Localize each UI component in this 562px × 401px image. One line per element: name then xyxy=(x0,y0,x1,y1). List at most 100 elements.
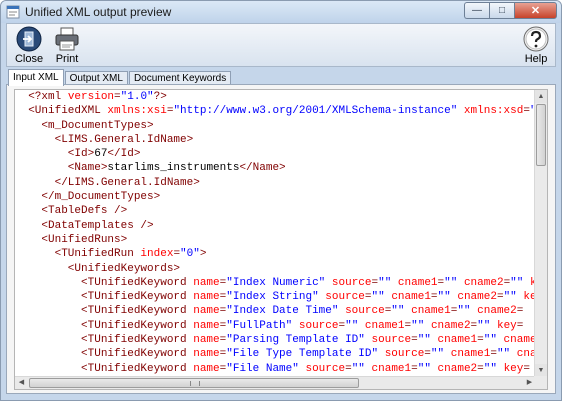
xml-token: <?xml xyxy=(28,91,68,103)
print-button-label: Print xyxy=(55,53,79,65)
xml-token: <LIMS.General.IdName> xyxy=(28,133,194,146)
xml-token: source xyxy=(325,291,365,304)
scroll-up-arrow[interactable]: ▲ xyxy=(535,90,547,103)
xml-token: = xyxy=(477,362,484,375)
xml-token: "" xyxy=(444,276,458,289)
vertical-scroll-thumb[interactable] xyxy=(536,104,546,166)
scroll-grip-icon xyxy=(190,381,200,386)
xml-token: "File Type Template ID" xyxy=(226,348,379,361)
xml-token: "" xyxy=(351,362,365,375)
xml-token: cname2 xyxy=(457,291,497,304)
tab-input-xml[interactable]: Input XML xyxy=(8,69,64,86)
xml-token: "" xyxy=(378,276,392,289)
xml-line: <TUnifiedKeyword name="FullPath" source=… xyxy=(15,319,536,333)
xml-line: <TUnifiedKeyword name = "Index String" sou… xyxy=(15,290,536,304)
xml-line: <DataTemplates /> xyxy=(15,219,536,233)
xml-token: = xyxy=(114,91,121,103)
xml-token: xmlns:xsi xyxy=(107,105,167,118)
scroll-left-arrow[interactable]: ◀ xyxy=(15,377,28,389)
close-button[interactable]: Close xyxy=(11,26,47,66)
xml-token xyxy=(358,320,365,332)
xml-token: </Name> xyxy=(239,162,286,175)
xml-token: <TUnifiedKeyword xyxy=(28,291,194,304)
xml-token xyxy=(325,277,332,289)
xml-token xyxy=(497,334,504,346)
xml-token: "" xyxy=(510,276,524,289)
xml-token: xmlns:xsd xyxy=(463,105,524,118)
xml-token xyxy=(497,363,504,375)
xml-token: "Index Numeric" xyxy=(226,276,326,289)
xml-token: cname2 xyxy=(477,305,517,318)
horizontal-scrollbar[interactable]: ◀ ▶ xyxy=(15,376,536,389)
tab-strip: Input XML Output XML Document Keywords xyxy=(8,69,232,86)
xml-token xyxy=(431,363,438,375)
horizontal-scroll-thumb[interactable] xyxy=(29,378,359,388)
xml-token: "Index String" xyxy=(226,291,319,304)
xml-line: <UnifiedRuns> xyxy=(15,233,536,247)
maximize-button[interactable]: □ xyxy=(489,2,514,19)
xml-token: <UnifiedKeywords> xyxy=(28,262,181,275)
xml-token: "Index Date Time" xyxy=(226,305,339,318)
caption-buttons: — □ ✕ xyxy=(464,2,557,19)
xml-token: = xyxy=(411,334,418,347)
xml-token: source xyxy=(371,334,412,347)
print-button[interactable]: Print xyxy=(49,26,85,66)
xml-token xyxy=(431,334,438,346)
xml-token: key xyxy=(503,362,524,375)
xml-token: 67 xyxy=(94,148,108,161)
xml-line: </m_DocumentTypes> xyxy=(15,190,536,204)
xml-token: cname1 xyxy=(450,348,491,361)
xml-token: starlims_instruments xyxy=(107,162,240,175)
xml-line: <TableDefs /> xyxy=(15,204,536,218)
xml-token xyxy=(457,277,464,289)
xml-token: "http://www.w3.org/2001/XMLSchema-instan… xyxy=(173,105,458,118)
xml-line: <TUnifiedKeyword name = "File Name" source… xyxy=(15,362,536,376)
xml-token: index xyxy=(140,248,174,261)
xml-token: "Parsing Template ID" xyxy=(226,334,365,347)
xml-token xyxy=(424,320,431,332)
xml-viewer[interactable]: <?xml version="1.0"?> <UnifiedXML xmlns:… xyxy=(14,89,548,390)
xml-token: </m_DocumentTypes> xyxy=(28,191,161,204)
xml-token: <TUnifiedKeyword xyxy=(28,305,194,318)
xml-token: <TUnifiedKeyword xyxy=(28,276,194,289)
xml-token: "" xyxy=(411,319,425,332)
xml-token: source xyxy=(298,319,339,332)
xml-token: <TableDefs /> xyxy=(28,205,128,218)
xml-token: version xyxy=(67,91,115,103)
preview-window: Unified XML output preview — □ ✕ Close P… xyxy=(0,0,562,401)
xml-token xyxy=(378,348,385,360)
xml-token: cname2 xyxy=(503,334,536,347)
xml-token: key xyxy=(496,319,517,332)
xml-token: "" xyxy=(503,291,517,304)
xml-token: <TUnifiedKeyword xyxy=(28,319,194,332)
xml-code-area[interactable]: <?xml version="1.0"?> <UnifiedXML xmlns:… xyxy=(15,90,536,377)
xml-token: = xyxy=(516,305,524,318)
xml-token: = xyxy=(345,362,352,375)
exit-door-icon xyxy=(16,26,42,52)
xml-token: source xyxy=(345,305,385,318)
window-title: Unified XML output preview xyxy=(25,5,172,19)
xml-token: = xyxy=(523,105,530,118)
minimize-button[interactable]: — xyxy=(464,2,489,19)
xml-token: "" xyxy=(483,334,497,347)
xml-token: cname1 xyxy=(411,305,451,318)
xml-token: "0" xyxy=(180,248,200,261)
window-close-button[interactable]: ✕ xyxy=(514,2,557,19)
xml-token: = xyxy=(490,348,497,361)
xml-token: <TUnifiedRun xyxy=(28,248,141,261)
title-bar[interactable]: Unified XML output preview — □ ✕ xyxy=(1,1,561,23)
xml-line: <?xml version="1.0"?> xyxy=(15,90,536,104)
scrollbar-corner xyxy=(534,376,547,389)
xml-token: <UnifiedXML xyxy=(28,105,108,118)
toolbar: Close Print Help xyxy=(6,23,556,67)
xml-token: name xyxy=(193,348,220,361)
xml-token: <TUnifiedKeyword xyxy=(28,334,194,347)
xml-line: <TUnifiedKeyword name = "File Type Templat… xyxy=(15,347,536,361)
xml-token: name xyxy=(193,291,220,304)
vertical-scrollbar[interactable]: ▲ ▼ xyxy=(534,90,547,377)
xml-token: = xyxy=(364,291,372,304)
xml-token: <m_DocumentTypes> xyxy=(28,119,154,132)
xml-token: = xyxy=(477,334,484,347)
xml-token: name xyxy=(193,362,220,375)
help-button[interactable]: Help xyxy=(518,26,554,66)
